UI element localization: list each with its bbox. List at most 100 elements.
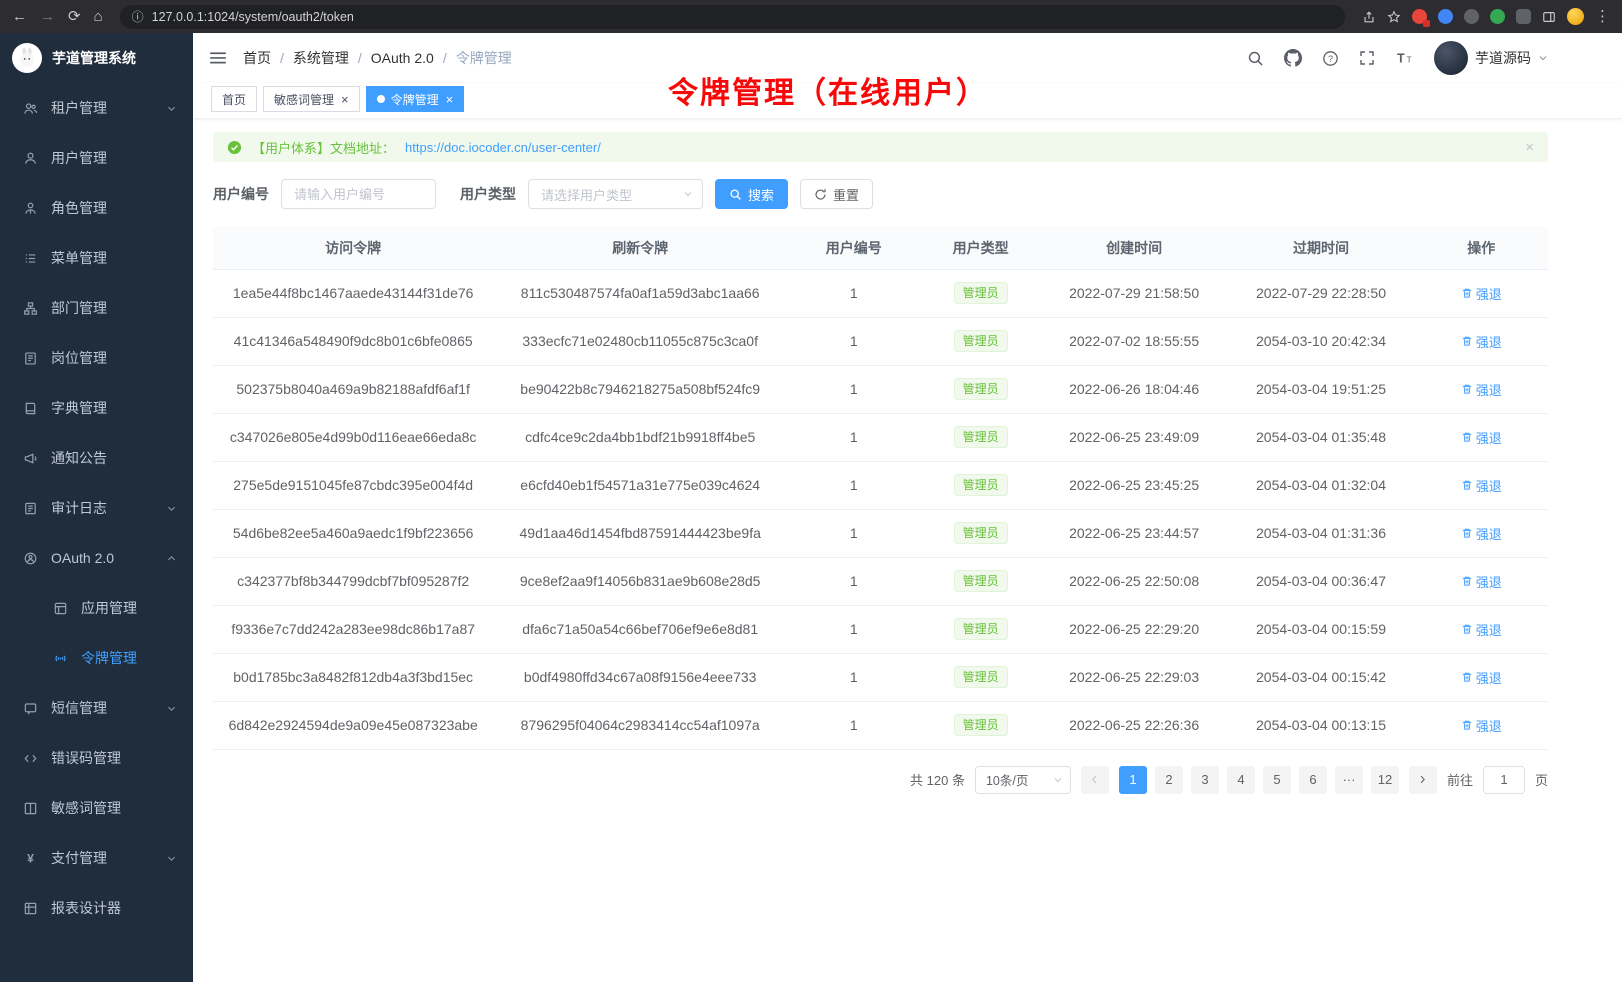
site-info-icon[interactable]: ⓘ — [132, 11, 144, 23]
sidebar-item-label: 用户管理 — [51, 148, 107, 168]
chevron-down-icon — [166, 503, 177, 514]
search-button[interactable]: 搜索 — [715, 179, 788, 209]
user-menu[interactable]: 芋道源码 — [1434, 41, 1548, 75]
sidebar-item-notice[interactable]: 通知公告 — [0, 433, 193, 483]
github-icon[interactable] — [1284, 49, 1302, 67]
page-button[interactable]: 1 — [1119, 766, 1147, 794]
sidebar-item-dictionary[interactable]: 字典管理 — [0, 383, 193, 433]
side-panel-icon[interactable] — [1542, 10, 1556, 24]
force-logout-button[interactable]: 强退 — [1461, 716, 1502, 735]
force-logout-button[interactable]: 强退 — [1461, 380, 1502, 399]
action-cell: 强退 — [1414, 365, 1548, 413]
reset-button[interactable]: 重置 — [800, 179, 873, 209]
page-size-select[interactable]: 10条/页 — [975, 766, 1071, 794]
page-button[interactable]: 4 — [1227, 766, 1255, 794]
home-icon[interactable]: ⌂ — [94, 9, 103, 24]
user-type-badge: 管理员 — [954, 378, 1008, 400]
user-type-select[interactable]: 请选择用户类型 — [528, 179, 703, 209]
reload-icon[interactable]: ⟳ — [68, 9, 81, 24]
refresh-token-cell: e6cfd40eb1f54571a31e775e039c4624 — [493, 461, 787, 509]
hamburger-menu-icon[interactable] — [209, 50, 227, 66]
share-icon[interactable] — [1362, 10, 1376, 24]
force-logout-button[interactable]: 强退 — [1461, 332, 1502, 351]
fullscreen-icon[interactable] — [1359, 50, 1375, 66]
created-time-cell: 2022-06-25 22:26:36 — [1041, 701, 1228, 749]
sidebar-item-token[interactable]: 令牌管理 — [0, 633, 193, 683]
back-icon[interactable]: ← — [12, 9, 27, 24]
help-icon[interactable]: ? — [1322, 50, 1339, 67]
sidebar-item-oauth[interactable]: OAuth 2.0 — [0, 533, 193, 583]
expire-time-cell: 2054-03-04 19:51:25 — [1228, 365, 1415, 413]
close-icon[interactable]: × — [446, 93, 454, 106]
page-button[interactable]: 12 — [1371, 766, 1399, 794]
sidebar-item-sensitive-word[interactable]: 敏感词管理 — [0, 783, 193, 833]
next-page-button[interactable] — [1409, 766, 1437, 794]
forward-icon[interactable]: → — [40, 9, 55, 24]
alert-doc-link[interactable]: https://doc.iocoder.cn/user-center/ — [405, 140, 601, 155]
access-token-cell: b0d1785bc3a8482f812db4a3f3bd15ec — [213, 653, 493, 701]
force-logout-button[interactable]: 强退 — [1461, 284, 1502, 303]
sidebar-item-sms[interactable]: 短信管理 — [0, 683, 193, 733]
page-button[interactable]: 6 — [1299, 766, 1327, 794]
caret-down-icon — [1538, 53, 1548, 63]
force-logout-button[interactable]: 强退 — [1461, 620, 1502, 639]
created-time-cell: 2022-06-25 23:45:25 — [1041, 461, 1228, 509]
sidebar-item-error-code[interactable]: 错误码管理 — [0, 733, 193, 783]
browser-profile-avatar[interactable] — [1567, 8, 1584, 25]
breadcrumb-item[interactable]: OAuth 2.0 — [371, 50, 434, 66]
tab-item[interactable]: 令牌管理× — [366, 86, 465, 112]
force-logout-button[interactable]: 强退 — [1461, 476, 1502, 495]
close-icon[interactable]: × — [1525, 139, 1534, 156]
font-size-icon[interactable]: TT — [1395, 50, 1414, 66]
sidebar-item-app[interactable]: 应用管理 — [0, 583, 193, 633]
sidebar-item-department[interactable]: 部门管理 — [0, 283, 193, 333]
trash-icon — [1461, 719, 1473, 731]
user-type-badge: 管理员 — [954, 618, 1008, 640]
extension-icon[interactable] — [1464, 9, 1479, 24]
search-icon[interactable] — [1247, 50, 1264, 67]
sidebar-item-audit-log[interactable]: 审计日志 — [0, 483, 193, 533]
sidebar-item-post[interactable]: 岗位管理 — [0, 333, 193, 383]
access-token-cell: f9336e7c7dd242a283ee98dc86b17a87 — [213, 605, 493, 653]
force-logout-button[interactable]: 强退 — [1461, 572, 1502, 591]
extension-icon[interactable] — [1490, 9, 1505, 24]
sidebar-item-user[interactable]: 用户管理 — [0, 133, 193, 183]
bookmark-star-icon[interactable] — [1387, 10, 1401, 24]
page-button[interactable]: 5 — [1263, 766, 1291, 794]
role-icon — [22, 200, 39, 217]
extension-icon[interactable] — [1438, 9, 1453, 24]
user-id-input[interactable] — [281, 179, 436, 209]
extensions-puzzle-icon[interactable] — [1516, 9, 1531, 24]
tab-item[interactable]: 首页 — [211, 86, 257, 112]
prev-page-button[interactable] — [1081, 766, 1109, 794]
tab-item[interactable]: 敏感词管理× — [263, 86, 360, 112]
force-logout-label: 强退 — [1476, 572, 1502, 591]
sidebar-item-report-designer[interactable]: 报表设计器 — [0, 883, 193, 933]
sidebar-item-tenant[interactable]: 租户管理 — [0, 83, 193, 133]
user-id-cell: 1 — [787, 509, 921, 557]
force-logout-button[interactable]: 强退 — [1461, 524, 1502, 543]
extension-icon[interactable] — [1412, 9, 1427, 24]
page-button[interactable]: 3 — [1191, 766, 1219, 794]
breadcrumb-item[interactable]: 系统管理 — [293, 48, 349, 68]
page-button[interactable]: 2 — [1155, 766, 1183, 794]
app-frame: 芋道管理系统 租户管理用户管理角色管理菜单管理部门管理岗位管理字典管理通知公告审… — [0, 33, 1622, 982]
force-logout-button[interactable]: 强退 — [1461, 668, 1502, 687]
app-logo[interactable]: 芋道管理系统 — [0, 33, 193, 83]
chevron-down-icon — [683, 189, 693, 199]
browser-menu-icon[interactable]: ⋮ — [1595, 9, 1610, 24]
sidebar-item-label: 短信管理 — [51, 698, 107, 718]
more-pages-button[interactable]: ··· — [1335, 766, 1363, 794]
breadcrumb-item[interactable]: 首页 — [243, 48, 271, 68]
chevron-up-icon — [166, 553, 177, 564]
address-bar[interactable]: ⓘ 127.0.0.1:1024/system/oauth2/token — [120, 5, 1345, 29]
close-icon[interactable]: × — [341, 93, 349, 106]
sidebar-item-role[interactable]: 角色管理 — [0, 183, 193, 233]
action-cell: 强退 — [1414, 509, 1548, 557]
refresh-token-cell: 8796295f04064c2983414cc54af1097a — [493, 701, 787, 749]
sidebar-item-menu-list[interactable]: 菜单管理 — [0, 233, 193, 283]
alert-message: 【用户体系】文档地址： — [252, 138, 395, 157]
goto-page-input[interactable] — [1483, 766, 1525, 794]
force-logout-button[interactable]: 强退 — [1461, 428, 1502, 447]
sidebar-item-payment[interactable]: ¥支付管理 — [0, 833, 193, 883]
